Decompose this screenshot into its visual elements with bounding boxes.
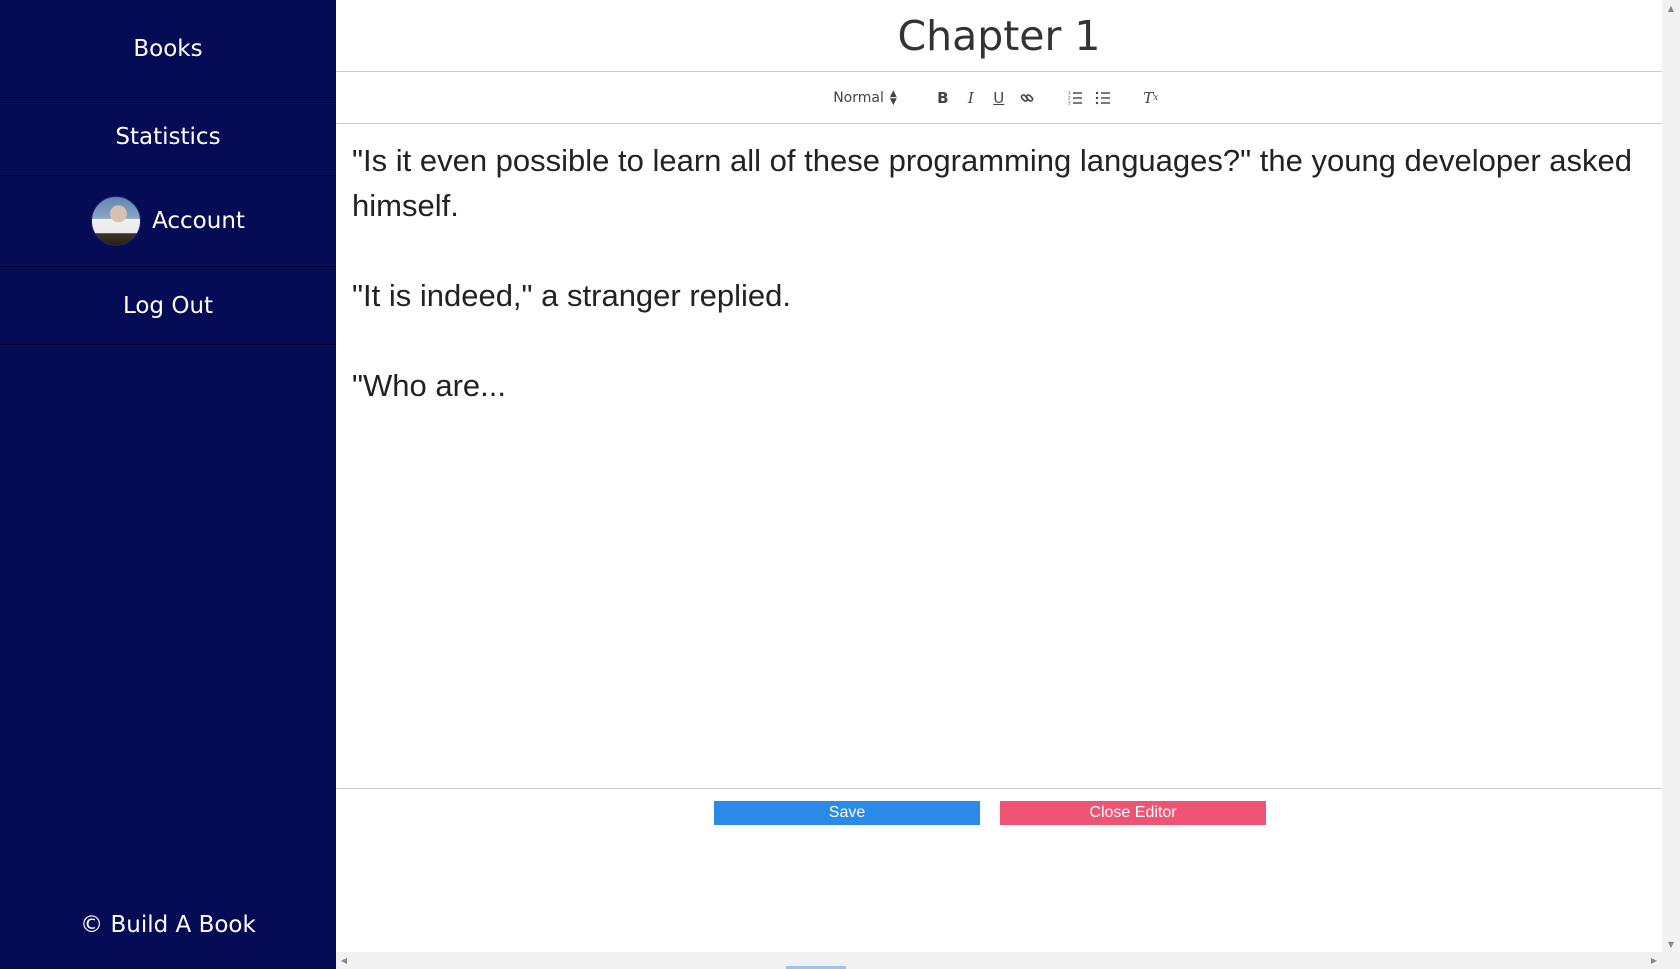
scroll-left-icon[interactable]: ◀ xyxy=(336,952,352,969)
horizontal-scrollbar[interactable]: ◀ ▶ xyxy=(336,952,1680,969)
editor-actions: Save Close Editor xyxy=(336,801,1662,825)
editor-paragraph: "Who are... xyxy=(352,368,507,403)
close-editor-button[interactable]: Close Editor xyxy=(1000,801,1266,825)
avatar xyxy=(91,196,142,246)
sidebar-item-label: Log Out xyxy=(122,292,214,319)
sidebar-item-logout[interactable]: Log Out xyxy=(0,267,336,345)
main-content: Chapter 1 Normal ▲ ▼ B I U 1 2 3 T x "Is… xyxy=(336,0,1662,969)
clear-format-icon[interactable]: Tx xyxy=(1137,86,1165,110)
scroll-up-icon[interactable]: ▲ xyxy=(1662,0,1680,16)
page-title: Chapter 1 xyxy=(897,11,1101,60)
italic-icon[interactable]: I xyxy=(957,86,985,110)
scroll-down-icon[interactable]: ▼ xyxy=(1662,936,1680,952)
editor-paragraph: "It is indeed," a stranger replied. xyxy=(352,278,792,313)
sidebar: Books Statistics Account Log Out © Build… xyxy=(0,0,336,969)
updown-caret-icon: ▲ ▼ xyxy=(889,88,897,107)
scroll-right-icon[interactable]: ▶ xyxy=(1646,952,1662,969)
link-icon[interactable] xyxy=(1013,86,1041,110)
footer-copyright: © Build A Book xyxy=(80,912,256,938)
save-button[interactable]: Save xyxy=(714,801,980,825)
text-editor[interactable]: "Is it even possible to learn all of the… xyxy=(336,124,1662,789)
svg-text:3: 3 xyxy=(1068,100,1071,105)
vertical-scrollbar[interactable]: ▲ ▼ xyxy=(1662,0,1680,952)
bold-icon[interactable]: B xyxy=(929,86,957,110)
bullet-list-icon[interactable] xyxy=(1089,86,1117,110)
sidebar-item-books[interactable]: Books xyxy=(0,0,336,98)
format-select-value: Normal xyxy=(833,89,884,106)
underline-icon[interactable]: U xyxy=(985,86,1013,110)
sidebar-item-label: Account xyxy=(152,208,245,234)
sidebar-item-label: Books xyxy=(133,35,203,62)
sidebar-item-statistics[interactable]: Statistics xyxy=(0,98,336,176)
editor-paragraph: "Is it even possible to learn all of the… xyxy=(352,143,1633,223)
format-select[interactable]: Normal ▲ ▼ xyxy=(833,88,897,107)
editor-toolbar: Normal ▲ ▼ B I U 1 2 3 T x xyxy=(336,71,1662,124)
sidebar-item-account[interactable]: Account xyxy=(0,176,336,267)
sidebar-item-label: Statistics xyxy=(115,123,221,150)
ordered-list-icon[interactable]: 123 xyxy=(1061,86,1089,110)
